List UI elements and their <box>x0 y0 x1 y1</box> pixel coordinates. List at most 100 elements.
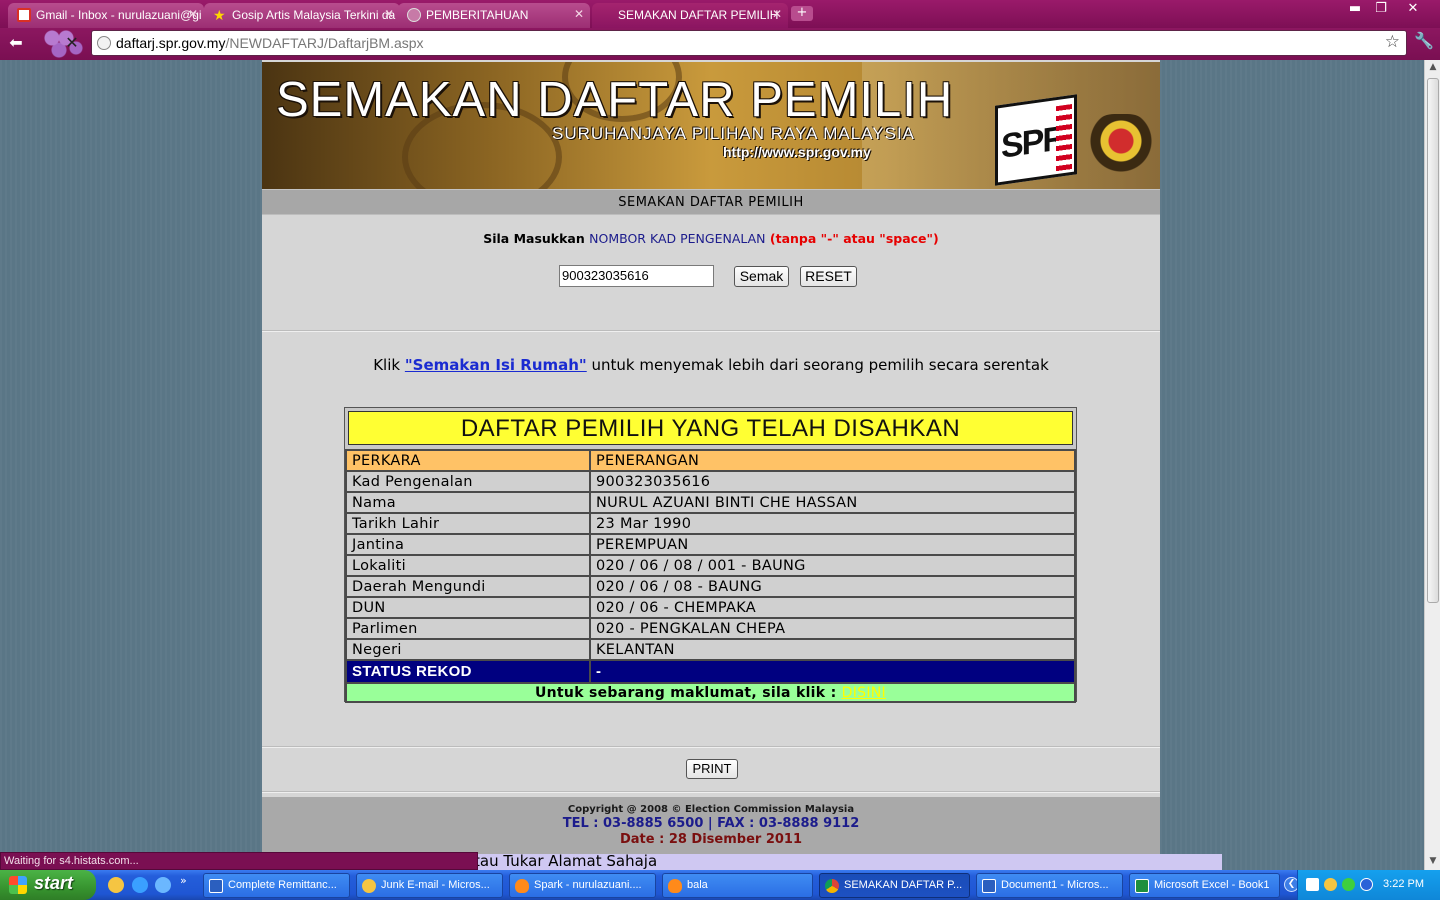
row-value: 020 - PENGKALAN CHEPA <box>589 617 1076 640</box>
row-key: Parlimen <box>345 617 591 640</box>
outlook-tray-icon[interactable] <box>1324 878 1337 891</box>
banner-url: http://www.spr.gov.my <box>723 144 871 160</box>
outlook-quicklaunch-icon[interactable] <box>108 877 124 893</box>
word-icon <box>209 879 223 893</box>
taskbar-item[interactable]: Microsoft Excel - Book1 <box>1129 873 1280 898</box>
restore-icon[interactable]: ❐ <box>1368 0 1394 20</box>
tab-pemberitahuan[interactable]: PEMBERITAHUAN ✕ <box>398 3 590 28</box>
status-row: STATUS REKOD - <box>345 659 1076 684</box>
spark-icon <box>515 879 529 893</box>
task-label: Microsoft Excel - Book1 <box>1154 879 1270 891</box>
ie-quicklaunch-icon[interactable] <box>132 877 148 893</box>
tab-semakan[interactable]: SEMAKAN DAFTAR PEMILIH ✕ <box>592 3 788 28</box>
prompt-hint: (tanpa "-" atau "space") <box>769 231 939 246</box>
url-host: daftarj.spr.gov.my <box>116 35 226 51</box>
minimize-icon[interactable]: ▬ <box>1342 0 1368 20</box>
wrench-icon[interactable]: 🔧 <box>1414 31 1434 50</box>
row-key: Jantina <box>345 533 591 556</box>
result-table: PERKARA PENERANGAN Kad Pengenalan 900323… <box>345 449 1076 703</box>
task-label: SEMAKAN DAFTAR P... <box>844 879 963 891</box>
task-label: Spark - nurulazuani.... <box>534 879 642 891</box>
close-tab-icon[interactable]: ✕ <box>188 7 198 21</box>
info-row: Untuk sebarang maklumat, sila klik : DIS… <box>345 682 1076 703</box>
status-value: - <box>589 659 1076 684</box>
status-label: STATUS REKOD <box>345 659 591 684</box>
footer-copyright: Copyright @ 2008 © Election Commission M… <box>567 804 855 815</box>
status-bubble: Waiting for s4.histats.com... <box>0 852 478 870</box>
row-value: 020 / 06 / 08 - BAUNG <box>589 575 1076 598</box>
page-icon <box>407 8 421 22</box>
taskbar-item[interactable]: SEMAKAN DAFTAR P... <box>819 873 970 898</box>
marquee-text: tau Tukar Alamat Sahaja <box>474 854 658 870</box>
divider <box>262 746 1160 748</box>
info-text: Untuk sebarang maklumat, sila klik : <box>535 684 837 701</box>
chrome-icon <box>825 879 839 893</box>
ic-number-input[interactable]: 900323035616 <box>559 265 714 287</box>
taskbar-item[interactable]: bala <box>662 873 813 898</box>
new-tab-button[interactable]: + <box>791 6 813 21</box>
stop-icon[interactable]: ✕ <box>60 32 84 56</box>
table-row: DUN 020 / 06 - CHEMPAKA <box>345 596 1076 619</box>
mail-tray-icon[interactable] <box>1306 878 1319 891</box>
row-key: Lokaliti <box>345 554 591 577</box>
quicklaunch-expand-icon[interactable]: » <box>180 874 187 887</box>
row-key: Nama <box>345 491 591 514</box>
table-row: Negeri KELANTAN <box>345 638 1076 661</box>
row-key: Kad Pengenalan <box>345 470 591 493</box>
reset-button[interactable]: RESET <box>800 266 857 287</box>
windows-logo-icon <box>9 876 27 894</box>
malaysia-flag-icon <box>1056 103 1072 173</box>
coat-of-arms-icon <box>1088 114 1154 174</box>
network-tray-icon[interactable] <box>1360 878 1373 891</box>
scroll-up-icon[interactable]: ▲ <box>1427 62 1439 74</box>
result-panel: DAFTAR PEMILIH YANG TELAH DISAHKAN PERKA… <box>344 407 1077 703</box>
row-value: 900323035616 <box>589 470 1076 493</box>
ie-alt-quicklaunch-icon[interactable] <box>155 877 171 893</box>
bookmark-star-icon[interactable]: ☆ <box>1385 32 1400 52</box>
ic-prompt: Sila Masukkan NOMBOR KAD PENGENALAN (tan… <box>262 231 1160 246</box>
scroll-down-icon[interactable]: ▼ <box>1427 856 1439 868</box>
tab-gmail[interactable]: Gmail - Inbox - nurulazuani@gi ✕ <box>8 3 204 28</box>
tab-gosip[interactable]: ★ Gosip Artis Malaysia Terkini da ✕ <box>204 3 400 28</box>
close-tab-icon[interactable]: ✕ <box>574 7 584 21</box>
row-value: NURUL AZUANI BINTI CHE HASSAN <box>589 491 1076 514</box>
address-bar[interactable]: daftarj.spr.gov.my/NEWDAFTARJ/DaftarjBM.… <box>91 30 1407 56</box>
close-tab-icon[interactable]: ✕ <box>384 7 394 21</box>
task-label: Complete Remittanc... <box>228 879 337 891</box>
row-key: Negeri <box>345 638 591 661</box>
footer-date: Date : 28 Disember 2011 <box>619 832 803 847</box>
print-button[interactable]: PRINT <box>686 759 738 779</box>
word-icon <box>982 879 996 893</box>
semakan-isi-rumah-link[interactable]: "Semakan Isi Rumah" <box>405 356 587 374</box>
messenger-tray-icon[interactable] <box>1342 878 1355 891</box>
disini-link[interactable]: DISINI <box>842 685 886 701</box>
row-value: PEREMPUAN <box>589 533 1076 556</box>
taskbar-item[interactable]: Document1 - Micros... <box>976 873 1123 898</box>
row-value: 23 Mar 1990 <box>589 512 1076 535</box>
taskbar-item[interactable]: Complete Remittanc... <box>203 873 350 898</box>
close-window-icon[interactable]: ✕ <box>1400 0 1426 20</box>
table-row: Daerah Mengundi 020 / 06 / 08 - BAUNG <box>345 575 1076 598</box>
tab-label: Gmail - Inbox - nurulazuani@gi <box>36 8 202 22</box>
outlook-icon <box>362 879 376 893</box>
scrollbar-thumb[interactable] <box>1427 78 1439 603</box>
vertical-scrollbar[interactable]: ▲ ▼ <box>1424 60 1440 870</box>
close-tab-icon[interactable]: ✕ <box>772 7 782 21</box>
table-row: Jantina PEREMPUAN <box>345 533 1076 556</box>
semak-button[interactable]: Semak <box>734 266 789 287</box>
table-header-row: PERKARA PENERANGAN <box>345 449 1076 472</box>
start-button[interactable]: start <box>0 870 96 900</box>
start-label: start <box>34 873 74 893</box>
back-icon[interactable]: ⬅ <box>4 32 28 56</box>
row-key: DUN <box>345 596 591 619</box>
column-header: PERKARA <box>345 449 591 472</box>
globe-icon <box>97 36 111 50</box>
row-value: 020 / 06 / 08 / 001 - BAUNG <box>589 554 1076 577</box>
table-row: Parlimen 020 - PENGKALAN CHEPA <box>345 617 1076 640</box>
taskbar-item[interactable]: Spark - nurulazuani.... <box>509 873 656 898</box>
column-header: PENERANGAN <box>589 449 1076 472</box>
prompt-prefix: Sila Masukkan <box>483 231 585 246</box>
taskbar-item[interactable]: Junk E-mail - Micros... <box>356 873 503 898</box>
excel-icon <box>1135 879 1149 893</box>
table-row: Nama NURUL AZUANI BINTI CHE HASSAN <box>345 491 1076 514</box>
